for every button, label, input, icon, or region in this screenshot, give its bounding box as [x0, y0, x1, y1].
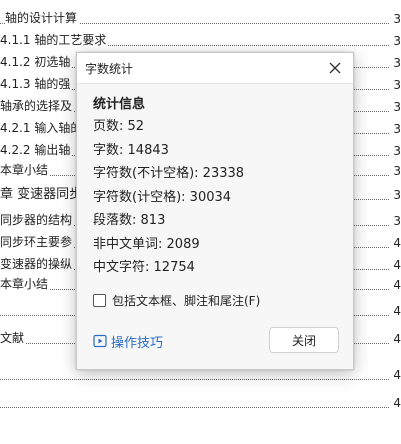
- stat-value: 2089: [166, 236, 200, 252]
- stat-value: 30034: [189, 189, 232, 205]
- close-button[interactable]: 关闭: [269, 327, 339, 353]
- toc-text: 同步器的结构: [0, 211, 75, 228]
- close-icon[interactable]: [323, 56, 347, 80]
- stat-words: 字数: 14843: [93, 139, 244, 163]
- word-count-dialog: 字数统计 统计信息 页数: 52 字数: 14843 字符数(不计空格): 23…: [76, 52, 354, 370]
- toc-text: 变速器的操纵: [0, 255, 75, 272]
- toc-page: 3: [391, 34, 401, 48]
- toc-text: 章 变速器同步: [0, 183, 85, 202]
- checkbox-label: 包括文本框、脚注和尾注(F): [112, 293, 261, 308]
- toc-text: 4.1.2 初选轴: [0, 53, 73, 70]
- toc-text: 4.2.1 输入轴的: [0, 119, 85, 136]
- toc-page: 3: [391, 164, 401, 178]
- stat-value: 23338: [202, 166, 245, 181]
- toc-page: 3: [391, 144, 401, 158]
- stat-label: 字符数(不计空格):: [93, 166, 199, 181]
- toc-page: 3: [391, 214, 401, 228]
- stat-non-chinese-words: 非中文单词: 2089: [93, 233, 244, 257]
- toc-page: 4: [391, 278, 401, 292]
- toc-line[interactable]: 4: [0, 390, 401, 412]
- toc-page: 3: [391, 12, 401, 26]
- stat-label: 非中文单词:: [93, 236, 163, 252]
- toc-page: 3: [391, 56, 401, 70]
- stat-value: 813: [140, 213, 166, 228]
- toc-page: 4: [391, 236, 401, 250]
- stat-chars-with-spaces: 字符数(计空格): 30034: [93, 186, 244, 210]
- toc-text: 4.1.1 轴的工艺要求: [0, 31, 109, 48]
- section-title: 统计信息: [93, 97, 146, 112]
- toc-page: 4: [391, 332, 401, 346]
- toc-page: 3: [391, 188, 401, 202]
- stat-label: 页数:: [93, 119, 124, 134]
- stat-value: 12754: [153, 260, 195, 275]
- stat-value: 52: [127, 119, 145, 134]
- toc-text: 本章小结: [0, 161, 51, 178]
- toc-text: 轴承的选择及: [0, 97, 75, 114]
- stat-label: 字数:: [93, 142, 124, 158]
- toc-page: 4: [391, 258, 401, 272]
- stat-pages: 页数: 52: [93, 115, 244, 139]
- toc-text: 轴的设计计算: [5, 9, 80, 26]
- include-textbox-footnote-option[interactable]: 包括文本框、脚注和尾注(F): [93, 291, 260, 309]
- stat-paragraphs: 段落数: 813: [93, 209, 244, 233]
- dialog-title: 字数统计: [85, 62, 134, 76]
- toc-page: 4: [391, 368, 401, 382]
- toc-text: 4.2.2 输出轴: [0, 141, 73, 158]
- toc-text: 本章小结: [0, 275, 51, 292]
- stat-label: 段落数:: [93, 213, 137, 228]
- stats-list: 页数: 52 字数: 14843 字符数(不计空格): 23338 字符数(计空…: [93, 115, 244, 280]
- stat-value: 14843: [127, 142, 169, 158]
- toc-text: 4.1.3 轴的强: [0, 75, 73, 92]
- toc-line[interactable]: 轴的设计计算 3: [0, 6, 401, 28]
- tips-label: 操作技巧: [111, 335, 164, 351]
- toc-page: 4: [391, 396, 401, 410]
- stat-label: 中文字符:: [93, 260, 150, 275]
- include-textbox-checkbox[interactable]: [93, 293, 106, 307]
- toc-page: 4: [391, 304, 401, 318]
- toc-page: 3: [391, 78, 401, 92]
- toc-page: 3: [391, 122, 401, 136]
- stat-chars-no-spaces: 字符数(不计空格): 23338: [93, 162, 244, 186]
- toc-text: 文献: [0, 329, 27, 346]
- toc-line[interactable]: 4.1.1 轴的工艺要求 3: [0, 28, 401, 50]
- stat-label: 字符数(计空格):: [93, 189, 186, 205]
- toc-text: 同步环主要参: [0, 233, 75, 250]
- play-video-icon: [93, 334, 107, 348]
- dialog-title-bar[interactable]: 字数统计: [77, 53, 353, 84]
- toc-page: 3: [391, 100, 401, 114]
- tips-link[interactable]: 操作技巧: [93, 332, 164, 351]
- stat-chinese-chars: 中文字符: 12754: [93, 256, 244, 280]
